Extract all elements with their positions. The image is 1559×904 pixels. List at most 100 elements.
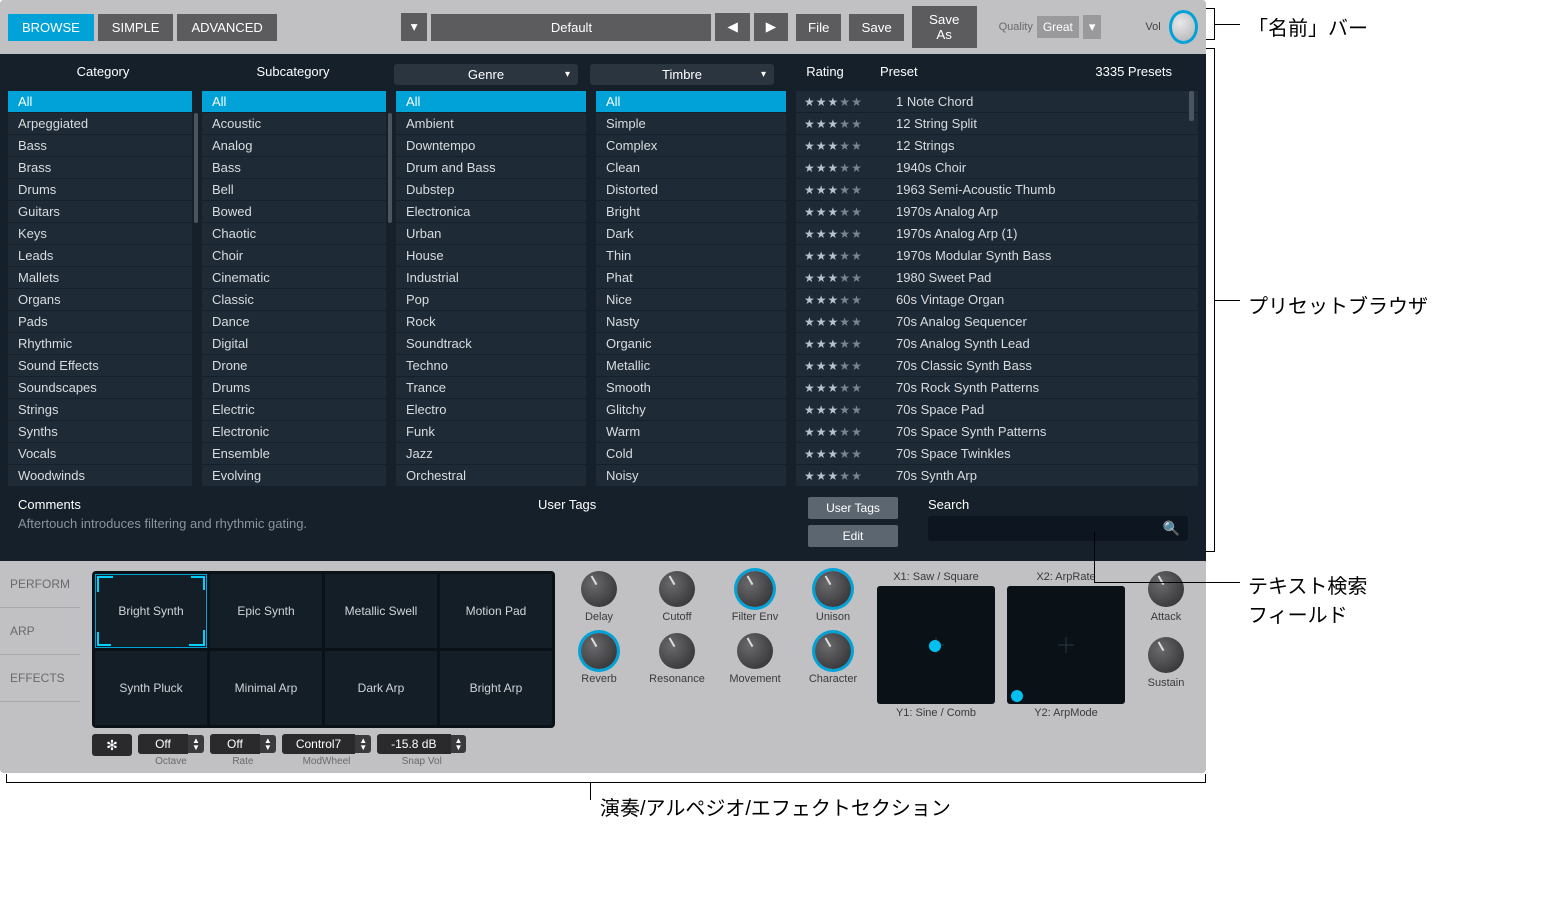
knob[interactable]: [815, 633, 851, 669]
simple-tab[interactable]: SIMPLE: [98, 14, 174, 41]
star-icon[interactable]: ★: [804, 337, 815, 351]
list-item[interactable]: Bass: [202, 157, 386, 179]
star-icon[interactable]: ★: [828, 447, 839, 461]
list-item[interactable]: Brass: [8, 157, 192, 179]
list-item[interactable]: Noisy: [596, 465, 786, 487]
user-tags-button[interactable]: User Tags: [808, 497, 898, 519]
preset-row[interactable]: ★★★★★1970s Modular Synth Bass: [796, 245, 1198, 267]
list-item[interactable]: Keys: [8, 223, 192, 245]
star-icon[interactable]: ★: [851, 271, 862, 285]
list-item[interactable]: Electro: [396, 399, 586, 421]
star-icon[interactable]: ★: [839, 359, 850, 373]
list-item[interactable]: Synths: [8, 421, 192, 443]
rate-select[interactable]: Off: [210, 734, 260, 754]
knob[interactable]: [815, 571, 851, 607]
star-icon[interactable]: ★: [828, 293, 839, 307]
list-item[interactable]: All: [202, 91, 386, 113]
knob[interactable]: [659, 571, 695, 607]
knob[interactable]: [737, 571, 773, 607]
star-icon[interactable]: ★: [816, 403, 827, 417]
star-icon[interactable]: ★: [816, 161, 827, 175]
quality-dropdown-icon[interactable]: ▾: [1083, 15, 1102, 39]
star-icon[interactable]: ★: [816, 381, 827, 395]
preset-row[interactable]: ★★★★★70s Rock Synth Patterns: [796, 377, 1198, 399]
list-item[interactable]: Dance: [202, 311, 386, 333]
list-item[interactable]: Simple: [596, 113, 786, 135]
star-icon[interactable]: ★: [804, 183, 815, 197]
star-icon[interactable]: ★: [804, 469, 815, 483]
list-item[interactable]: Distorted: [596, 179, 786, 201]
stepper-icon[interactable]: ▲▼: [260, 735, 276, 753]
edit-button[interactable]: Edit: [808, 525, 898, 547]
star-icon[interactable]: ★: [851, 183, 862, 197]
star-icon[interactable]: ★: [828, 381, 839, 395]
list-item[interactable]: Bright: [596, 201, 786, 223]
list-item[interactable]: Choir: [202, 245, 386, 267]
star-icon[interactable]: ★: [816, 249, 827, 263]
list-item[interactable]: Drums: [8, 179, 192, 201]
preset-row[interactable]: ★★★★★70s Classic Synth Bass: [796, 355, 1198, 377]
list-item[interactable]: Warm: [596, 421, 786, 443]
star-icon[interactable]: ★: [839, 95, 850, 109]
xy-pad-2[interactable]: [1007, 586, 1125, 704]
star-icon[interactable]: ★: [851, 117, 862, 131]
list-item[interactable]: Sound Effects: [8, 355, 192, 377]
star-icon[interactable]: ★: [828, 139, 839, 153]
xy-dot[interactable]: [1011, 690, 1023, 702]
star-icon[interactable]: ★: [839, 227, 850, 241]
performance-pad[interactable]: Motion Pad: [440, 574, 552, 648]
star-icon[interactable]: ★: [839, 337, 850, 351]
star-icon[interactable]: ★: [839, 425, 850, 439]
preset-row[interactable]: ★★★★★1970s Analog Arp: [796, 201, 1198, 223]
star-icon[interactable]: ★: [851, 293, 862, 307]
preset-row[interactable]: ★★★★★12 String Split: [796, 113, 1198, 135]
list-item[interactable]: Smooth: [596, 377, 786, 399]
list-item[interactable]: Organic: [596, 333, 786, 355]
star-icon[interactable]: ★: [839, 249, 850, 263]
list-item[interactable]: Trance: [396, 377, 586, 399]
list-item[interactable]: House: [396, 245, 586, 267]
list-item[interactable]: Classic: [202, 289, 386, 311]
list-item[interactable]: Drum and Bass: [396, 157, 586, 179]
file-button[interactable]: File: [796, 14, 841, 41]
performance-pad[interactable]: Epic Synth: [210, 574, 322, 648]
genre-header-dropdown[interactable]: Genre: [394, 64, 578, 85]
preset-dropdown-icon[interactable]: ▾: [401, 13, 428, 41]
modwheel-select[interactable]: Control7: [282, 734, 355, 754]
tab-perform[interactable]: PERFORM: [0, 561, 80, 608]
list-item[interactable]: Woodwinds: [8, 465, 192, 487]
star-icon[interactable]: ★: [816, 425, 827, 439]
advanced-tab[interactable]: ADVANCED: [177, 14, 276, 41]
star-icon[interactable]: ★: [816, 315, 827, 329]
star-icon[interactable]: ★: [839, 271, 850, 285]
list-item[interactable]: Rock: [396, 311, 586, 333]
list-item[interactable]: Downtempo: [396, 135, 586, 157]
list-item[interactable]: Drums: [202, 377, 386, 399]
star-icon[interactable]: ★: [839, 447, 850, 461]
preset-row[interactable]: ★★★★★1970s Analog Arp (1): [796, 223, 1198, 245]
star-icon[interactable]: ★: [851, 315, 862, 329]
star-icon[interactable]: ★: [828, 249, 839, 263]
star-icon[interactable]: ★: [828, 403, 839, 417]
star-icon[interactable]: ★: [828, 95, 839, 109]
star-icon[interactable]: ★: [851, 95, 862, 109]
list-item[interactable]: Drone: [202, 355, 386, 377]
list-item[interactable]: Organs: [8, 289, 192, 311]
star-icon[interactable]: ★: [816, 227, 827, 241]
scrollbar[interactable]: [194, 113, 198, 223]
list-item[interactable]: Electric: [202, 399, 386, 421]
star-icon[interactable]: ★: [851, 337, 862, 351]
star-icon[interactable]: ★: [804, 359, 815, 373]
performance-pad[interactable]: Synth Pluck: [95, 651, 207, 725]
list-item[interactable]: Jazz: [396, 443, 586, 465]
knob[interactable]: [581, 633, 617, 669]
browse-tab[interactable]: BROWSE: [8, 14, 94, 41]
list-item[interactable]: Rhythmic: [8, 333, 192, 355]
knob[interactable]: [737, 633, 773, 669]
star-icon[interactable]: ★: [851, 205, 862, 219]
knob[interactable]: [581, 571, 617, 607]
star-icon[interactable]: ★: [804, 139, 815, 153]
star-icon[interactable]: ★: [851, 381, 862, 395]
search-icon[interactable]: 🔍: [1163, 520, 1180, 537]
star-icon[interactable]: ★: [828, 359, 839, 373]
